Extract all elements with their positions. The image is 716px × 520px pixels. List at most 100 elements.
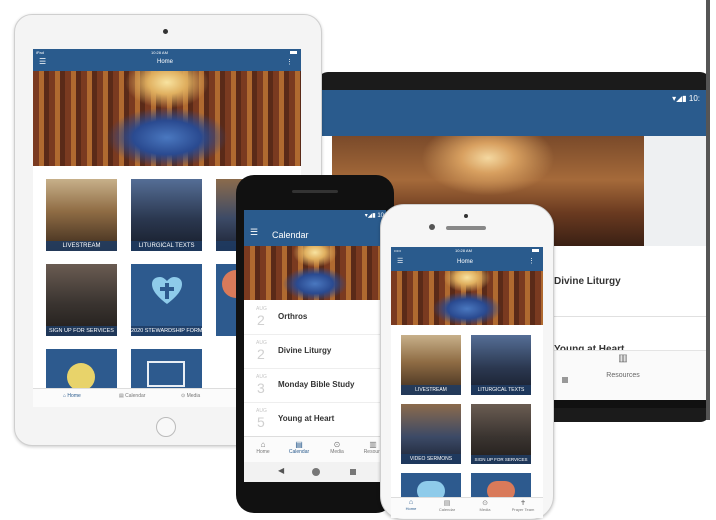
- event-row[interactable]: AUG 2 Orthros: [244, 300, 386, 335]
- tab-home-label: Home: [67, 393, 81, 399]
- tablet-status-icons: ▾◢▮ 10:: [672, 94, 700, 103]
- event-day: 5: [257, 414, 265, 430]
- tile-stewardship-form[interactable]: 2020 STEWARDSHIP FORM: [131, 264, 202, 336]
- heart-icon: [417, 481, 445, 497]
- android-speaker: [292, 190, 338, 193]
- android-app-bar: ▾◢▮ 10 ☰ Calendar: [244, 210, 386, 246]
- iphone-front-camera: [429, 224, 435, 230]
- tab-calendar-label: Calendar: [288, 449, 310, 455]
- more-vert-icon[interactable]: ⋮: [286, 58, 293, 66]
- tile-label: LIVESTREAM: [46, 241, 117, 251]
- tab-prayer-team-label: Prayer Team: [511, 507, 535, 512]
- menu-icon[interactable]: ☰: [39, 58, 46, 66]
- ipad-status-time: 10:28 AM: [151, 50, 168, 55]
- battery-icon: [290, 51, 297, 54]
- tile-label: SIGN UP FOR SERVICES: [46, 326, 117, 336]
- event-title: Divine Liturgy: [278, 346, 332, 355]
- tile-partial-right[interactable]: [471, 473, 531, 497]
- frame-edge-line: [706, 0, 710, 420]
- iphone-status-left: •••••: [394, 248, 402, 253]
- pray-icon: ✝: [520, 500, 526, 507]
- tile-label: LITURGICAL TEXTS: [471, 385, 531, 395]
- tab-media[interactable]: ⊙ Media: [324, 440, 350, 455]
- ipad-camera: [163, 29, 168, 34]
- tab-home-label: Home: [405, 506, 417, 511]
- tile-sign-up-for-services[interactable]: SIGN UP FOR SERVICES: [471, 404, 531, 464]
- tablet-tab-bar: ▥ Resources: [548, 350, 708, 401]
- ipad-home-button[interactable]: [156, 417, 176, 437]
- tile-label: SIGN UP FOR SERVICES: [471, 455, 531, 464]
- iphone-status-time: 10:28 AM: [455, 248, 472, 253]
- tab-calendar[interactable]: ▤ Calendar: [119, 393, 145, 399]
- ipad-status-left: iPad: [36, 50, 45, 55]
- tab-resources-label: Resources: [606, 372, 640, 379]
- android-nav-bar: ◀: [244, 462, 386, 482]
- calendar-icon: ▤: [295, 440, 303, 449]
- tab-media-label: Media: [330, 449, 344, 455]
- book-icon: ▥: [618, 353, 628, 364]
- iphone-hero-image: [391, 271, 543, 325]
- event-row[interactable]: AUG 3 Monday Bible Study: [244, 368, 386, 403]
- tab-media[interactable]: ⊙ Media: [473, 499, 497, 512]
- android-app-title: Calendar: [272, 230, 309, 240]
- tile-video-sermons[interactable]: VIDEO SERMONS: [401, 404, 461, 464]
- home-icon: ⌂: [63, 393, 67, 399]
- tab-home[interactable]: ⌂ Home: [252, 440, 274, 455]
- more-vert-icon[interactable]: ⋮: [528, 257, 535, 265]
- tab-home-label: Home: [256, 449, 270, 455]
- tile-liturgical-texts[interactable]: LITURGICAL TEXTS: [131, 179, 202, 251]
- tablet-nav-strip: [548, 400, 708, 408]
- heart-icon: [487, 481, 515, 497]
- android-hero-image: [244, 246, 386, 300]
- tablet-app-bar: ▾◢▮ 10:: [318, 90, 708, 136]
- event-day: 3: [257, 380, 265, 396]
- menu-icon[interactable]: ☰: [250, 227, 258, 238]
- pin-icon: [67, 363, 95, 391]
- back-icon[interactable]: ◀: [278, 466, 284, 475]
- event-row[interactable]: AUG 2 Divine Liturgy: [244, 334, 386, 369]
- calendar-icon: ▤: [443, 500, 451, 507]
- tab-calendar-label: Calendar: [438, 507, 456, 512]
- ipad-app-title: Home: [157, 59, 174, 65]
- tab-calendar[interactable]: ▤ Calendar: [435, 499, 459, 512]
- battery-icon: [532, 249, 539, 252]
- event-row[interactable]: AUG 5 Young at Heart: [244, 402, 386, 437]
- tile-livestream[interactable]: LIVESTREAM: [46, 179, 117, 251]
- event-day: 2: [257, 312, 265, 328]
- tile-label: LIVESTREAM: [401, 385, 461, 395]
- tile-sign-up-for-services[interactable]: SIGN UP FOR SERVICES: [46, 264, 117, 336]
- play-icon: ⊙: [482, 500, 488, 507]
- iphone-app-bar: ••••• 10:28 AM ☰ Home ⋮: [391, 247, 543, 271]
- tile-label: LITURGICAL TEXTS: [131, 241, 202, 251]
- nav-square-icon[interactable]: [562, 377, 568, 383]
- play-icon: ⊙: [181, 393, 186, 399]
- recents-icon[interactable]: [350, 469, 356, 475]
- tab-calendar[interactable]: ▤ Calendar: [284, 440, 314, 455]
- event-day: 2: [257, 346, 265, 362]
- android-screen: ▾◢▮ 10 ☰ Calendar AUG 2 Orthros AUG 2 Di…: [244, 210, 386, 482]
- menu-icon[interactable]: ☰: [397, 257, 403, 265]
- tile-liturgical-texts[interactable]: LITURGICAL TEXTS: [471, 335, 531, 395]
- tablet-list-item[interactable]: Divine Liturgy: [548, 266, 708, 317]
- tab-home[interactable]: ⌂ Home: [399, 499, 423, 511]
- envelope-icon: [147, 361, 185, 387]
- iphone-app-title: Home: [457, 259, 474, 265]
- event-title: Monday Bible Study: [278, 380, 355, 389]
- tab-prayer-team[interactable]: ✝ Prayer Team: [507, 499, 539, 512]
- tile-partial-left[interactable]: [401, 473, 461, 497]
- home-circle-icon[interactable]: [312, 468, 320, 476]
- android-tab-bar: ⌂ Home ▤ Calendar ⊙ Media ▥ Resourc: [244, 436, 386, 463]
- tile-livestream[interactable]: LIVESTREAM: [401, 335, 461, 395]
- home-icon: ⌂: [408, 499, 414, 506]
- tab-resources[interactable]: ▥ Resources: [588, 353, 658, 383]
- tab-home[interactable]: ⌂ Home: [63, 393, 81, 399]
- event-title: Orthros: [278, 312, 308, 321]
- tile-label: 2020 STEWARDSHIP FORM: [131, 326, 202, 336]
- tablet-list-item-title: Divine Liturgy: [554, 276, 621, 287]
- home-icon: ⌂: [260, 440, 266, 449]
- iphone-screen: ••••• 10:28 AM ☰ Home ⋮ LIVESTREAM LITUR…: [391, 247, 543, 518]
- tile-label: VIDEO SERMONS: [401, 454, 461, 464]
- calendar-icon: ▤: [119, 393, 124, 399]
- tab-media[interactable]: ⊙ Media: [181, 393, 200, 399]
- tablet-status-time: 10:: [688, 94, 700, 103]
